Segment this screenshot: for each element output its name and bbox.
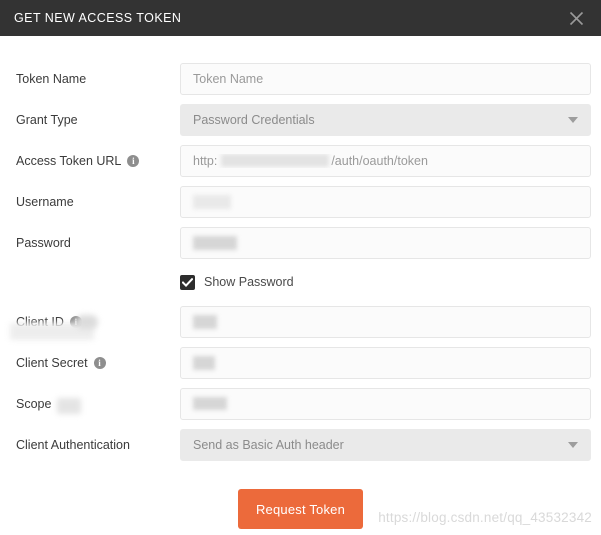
dialog-titlebar: GET NEW ACCESS TOKEN <box>0 0 601 36</box>
client-authentication-select[interactable]: Send as Basic Auth header <box>180 428 591 461</box>
label-client-authentication: Client Authentication <box>16 438 180 452</box>
checkbox-box <box>180 274 195 290</box>
label-scope-text: Scope <box>16 396 52 411</box>
scope-input[interactable] <box>180 387 591 420</box>
label-token-name: Token Name <box>16 72 180 86</box>
info-icon[interactable]: i <box>127 154 140 167</box>
label-access-token-url-text: Access Token URL <box>16 153 122 168</box>
label-token-name-text: Token Name <box>16 71 87 86</box>
redacted-password-value <box>193 235 237 250</box>
label-password-text: Password <box>16 235 71 250</box>
access-token-url-suffix: /auth/oauth/token <box>331 153 428 168</box>
show-password-checkbox[interactable]: Show Password <box>180 274 294 290</box>
row-token-name: Token Name Token Name <box>0 58 601 99</box>
redacted-client-secret-value <box>193 355 215 370</box>
row-show-password: Show Password <box>0 263 601 301</box>
label-client-secret-text: Client Secret <box>16 355 88 370</box>
label-grant-type-text: Grant Type <box>16 112 78 127</box>
row-username: Username <box>0 181 601 222</box>
row-password: Password <box>0 222 601 263</box>
redacted-scope-value <box>193 397 227 410</box>
label-client-authentication-text: Client Authentication <box>16 437 130 452</box>
chevron-down-icon <box>568 441 578 448</box>
show-password-label: Show Password <box>204 275 294 289</box>
label-password: Password <box>16 236 180 250</box>
row-scope: Scope <box>0 383 601 424</box>
redacted-username-value <box>193 194 231 209</box>
row-client-id: Client ID i <box>0 301 601 342</box>
chevron-down-icon <box>568 116 578 123</box>
row-client-authentication: Client Authentication Send as Basic Auth… <box>0 424 601 465</box>
row-client-secret: Client Secret i <box>0 342 601 383</box>
token-name-value: Token Name <box>193 71 264 86</box>
request-token-button[interactable]: Request Token <box>237 489 364 529</box>
label-client-id-text: Client ID <box>16 314 64 329</box>
label-access-token-url: Access Token URL i <box>16 154 180 168</box>
access-token-url-input[interactable]: http: /auth/oauth/token <box>180 144 591 177</box>
grant-type-value: Password Credentials <box>193 112 315 127</box>
access-token-url-prefix: http: <box>193 153 218 168</box>
dialog-title: GET NEW ACCESS TOKEN <box>14 11 182 25</box>
client-authentication-value: Send as Basic Auth header <box>193 437 344 452</box>
row-grant-type: Grant Type Password Credentials <box>0 99 601 140</box>
token-form: Token Name Token Name Grant Type Passwor… <box>0 58 601 529</box>
label-username: Username <box>16 195 180 209</box>
grant-type-select[interactable]: Password Credentials <box>180 103 591 136</box>
label-client-id: Client ID i <box>10 314 180 340</box>
redacted-client-id-value <box>193 314 217 329</box>
access-token-url-value: http: /auth/oauth/token <box>193 154 428 168</box>
info-icon[interactable]: i <box>69 315 82 328</box>
info-icon[interactable]: i <box>93 356 106 369</box>
token-name-input[interactable]: Token Name <box>180 62 591 95</box>
label-username-text: Username <box>16 194 74 209</box>
client-secret-input[interactable] <box>180 346 591 379</box>
label-client-secret: Client Secret i <box>16 356 180 370</box>
redacted-host <box>221 154 330 167</box>
label-grant-type: Grant Type <box>16 113 180 127</box>
redaction-smudge <box>57 397 81 414</box>
username-input[interactable] <box>180 185 591 218</box>
client-id-input[interactable] <box>180 305 591 338</box>
password-input[interactable] <box>180 226 591 259</box>
row-access-token-url: Access Token URL i http: /auth/oauth/tok… <box>0 140 601 181</box>
label-scope: Scope <box>16 396 180 414</box>
close-icon[interactable] <box>565 7 587 29</box>
watermark: https://blog.csdn.net/qq_43532342 <box>378 510 592 525</box>
